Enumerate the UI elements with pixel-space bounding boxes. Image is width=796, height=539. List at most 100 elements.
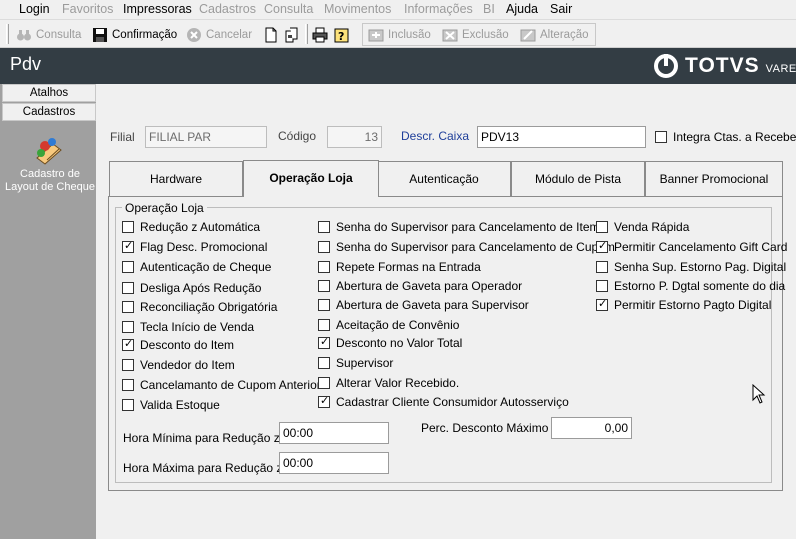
- descr-caixa-field[interactable]: PDV13: [477, 126, 646, 148]
- option-checkbox[interactable]: Cadastrar Cliente Consumidor Autosserviç…: [318, 394, 569, 409]
- unchecked-box[interactable]: [122, 221, 134, 233]
- sidebar-tab-atalhos[interactable]: Atalhos: [2, 84, 96, 102]
- inclusao-button[interactable]: Inclusão: [368, 25, 431, 45]
- cancelar-button[interactable]: Cancelar: [186, 25, 252, 45]
- hora-minima-field[interactable]: 00:00: [279, 422, 389, 444]
- option-label: Repete Formas na Entrada: [336, 260, 481, 274]
- option-checkbox[interactable]: Desconto no Valor Total: [318, 335, 462, 350]
- codigo-label: Código: [278, 129, 317, 143]
- option-checkbox[interactable]: Redução z Automática: [122, 220, 260, 234]
- unchecked-box[interactable]: [122, 282, 134, 294]
- option-checkbox[interactable]: Senha Sup. Estorno Pag. Digital: [596, 260, 786, 274]
- option-checkbox[interactable]: Flag Desc. Promocional: [122, 239, 267, 254]
- tab[interactable]: Autenticação: [377, 161, 511, 196]
- option-label: Cadastrar Cliente Consumidor Autosserviç…: [336, 395, 569, 409]
- option-checkbox[interactable]: Permitir Cancelamento Gift Card: [596, 239, 787, 254]
- unchecked-box[interactable]: [122, 321, 134, 333]
- unchecked-box[interactable]: [122, 301, 134, 313]
- option-checkbox[interactable]: Alterar Valor Recebido.: [318, 376, 459, 390]
- option-checkbox[interactable]: Senha do Supervisor para Cancelamento de…: [318, 240, 615, 254]
- perc-desconto-field[interactable]: 0,00: [551, 417, 632, 439]
- binoculars-icon: [16, 27, 32, 43]
- sidebar-item-cadastro-layout-cheque[interactable]: Cadastro de Layout de Cheque: [4, 168, 96, 194]
- checked-box[interactable]: [122, 239, 134, 253]
- unchecked-box[interactable]: [122, 359, 134, 371]
- unchecked-box[interactable]: [122, 399, 134, 411]
- unchecked-box[interactable]: [318, 357, 330, 369]
- option-label: Redução z Automática: [140, 220, 261, 234]
- menu-item[interactable]: Ajuda: [506, 2, 538, 16]
- print-button[interactable]: [312, 25, 332, 45]
- filial-field[interactable]: FILIAL PAR: [145, 126, 267, 148]
- option-checkbox[interactable]: Repete Formas na Entrada: [318, 260, 481, 274]
- menu-item[interactable]: BI: [483, 2, 495, 16]
- alteracao-button[interactable]: Alteração: [520, 25, 589, 45]
- checked-box[interactable]: [318, 394, 330, 408]
- menu-item[interactable]: Informações: [404, 2, 473, 16]
- option-checkbox[interactable]: Abertura de Gaveta para Supervisor: [318, 298, 529, 312]
- unchecked-box[interactable]: [122, 261, 134, 273]
- option-checkbox[interactable]: Permitir Estorno Pagto Digital: [596, 297, 772, 312]
- exclusao-button[interactable]: Exclusão: [442, 25, 509, 45]
- sidebar-tab-cadastros[interactable]: Cadastros: [2, 103, 96, 121]
- unchecked-box[interactable]: [596, 280, 608, 292]
- menu-item[interactable]: Sair: [550, 2, 572, 16]
- perc-desconto-label: Perc. Desconto Máximo: [421, 421, 549, 435]
- menu-item[interactable]: Favoritos: [62, 2, 113, 16]
- toolbar-grip[interactable]: [6, 24, 9, 44]
- option-checkbox[interactable]: Tecla Início de Venda: [122, 320, 254, 334]
- option-checkbox[interactable]: Vendedor do Item: [122, 358, 235, 372]
- option-checkbox[interactable]: Valida Estoque: [122, 398, 220, 412]
- help-button[interactable]: ?: [334, 25, 354, 45]
- unchecked-box[interactable]: [318, 241, 330, 253]
- totvs-logo-icon: [654, 54, 678, 78]
- consulta-button[interactable]: Consulta: [16, 25, 81, 45]
- option-checkbox[interactable]: Cancelamanto de Cupom Anterior: [122, 378, 321, 392]
- tab[interactable]: Módulo de Pista: [511, 161, 645, 196]
- checked-box[interactable]: [122, 337, 134, 351]
- cancelar-label: Cancelar: [206, 29, 253, 41]
- hora-maxima-field[interactable]: 00:00: [279, 452, 389, 474]
- unchecked-box[interactable]: [318, 377, 330, 389]
- menu-item[interactable]: Cadastros: [199, 2, 256, 16]
- option-checkbox[interactable]: Venda Rápida: [596, 220, 689, 234]
- option-checkbox[interactable]: Abertura de Gaveta para Operador: [318, 279, 522, 293]
- documents-icon: [284, 27, 300, 43]
- new-document-button[interactable]: [263, 25, 283, 45]
- tab[interactable]: Operação Loja: [243, 160, 379, 197]
- option-checkbox[interactable]: Desliga Após Redução: [122, 281, 261, 295]
- checked-box[interactable]: [596, 297, 608, 311]
- codigo-field[interactable]: 13: [327, 126, 382, 148]
- option-checkbox[interactable]: Senha do Supervisor para Cancelamento de…: [318, 220, 600, 234]
- option-checkbox[interactable]: Autenticação de Cheque: [122, 260, 271, 274]
- open-document-button[interactable]: [284, 25, 304, 45]
- checked-box[interactable]: [318, 335, 330, 349]
- option-checkbox[interactable]: Aceitação de Convênio: [318, 318, 459, 332]
- option-checkbox[interactable]: Supervisor: [318, 356, 393, 370]
- option-checkbox[interactable]: Reconciliação Obrigatória: [122, 300, 277, 314]
- integra-ctas-box[interactable]: [655, 131, 667, 143]
- integra-ctas-checkbox[interactable]: Integra Ctas. a Receber: [655, 130, 796, 144]
- menu-item[interactable]: Movimentos: [324, 2, 391, 16]
- unchecked-box[interactable]: [596, 221, 608, 233]
- confirmacao-button[interactable]: Confirmação: [92, 25, 177, 45]
- cheque-layout-icon[interactable]: [33, 136, 65, 166]
- unchecked-box[interactable]: [318, 319, 330, 331]
- unchecked-box[interactable]: [318, 261, 330, 273]
- option-checkbox[interactable]: Estorno P. Dgtal somente do dia: [596, 279, 785, 293]
- unchecked-box[interactable]: [318, 299, 330, 311]
- delete-record-icon: [442, 27, 458, 43]
- tab[interactable]: Hardware: [109, 161, 243, 196]
- option-label: Permitir Estorno Pagto Digital: [614, 298, 772, 312]
- tab[interactable]: Banner Promocional: [645, 161, 783, 196]
- option-checkbox[interactable]: Desconto do Item: [122, 337, 235, 352]
- menu-item[interactable]: Login: [19, 2, 50, 16]
- menu-item[interactable]: Impressoras: [123, 2, 192, 16]
- option-label: Desconto do Item: [140, 338, 235, 352]
- checked-box[interactable]: [596, 239, 608, 253]
- menu-item[interactable]: Consulta: [264, 2, 313, 16]
- unchecked-box[interactable]: [596, 261, 608, 273]
- unchecked-box[interactable]: [318, 280, 330, 292]
- unchecked-box[interactable]: [122, 379, 134, 391]
- unchecked-box[interactable]: [318, 221, 330, 233]
